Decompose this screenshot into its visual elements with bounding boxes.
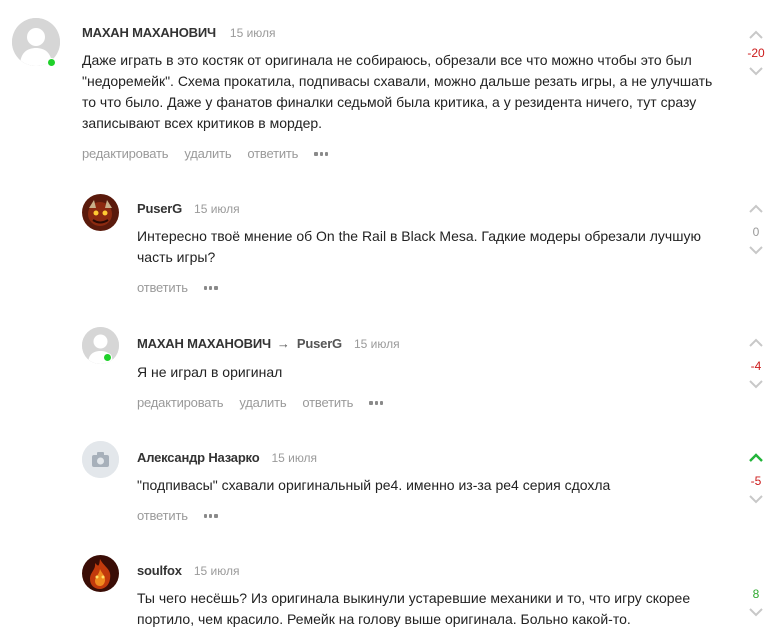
reply-link[interactable]: ответить bbox=[302, 395, 353, 410]
upvote-icon[interactable] bbox=[742, 451, 770, 465]
delete-link[interactable]: удалить bbox=[184, 146, 231, 161]
fire-avatar-icon bbox=[82, 555, 119, 592]
avatar[interactable] bbox=[82, 555, 119, 592]
downvote-icon[interactable] bbox=[742, 243, 770, 257]
edit-link[interactable]: редактировать bbox=[82, 146, 169, 161]
reply-link[interactable]: ответить bbox=[247, 146, 298, 161]
doom-avatar-icon bbox=[82, 194, 119, 231]
edit-link[interactable]: редактировать bbox=[137, 395, 224, 410]
downvote-icon[interactable] bbox=[742, 377, 770, 391]
comment-date[interactable]: 15 июля bbox=[194, 202, 240, 216]
comment-score: -20 bbox=[747, 46, 765, 60]
comment-text: Интересно твоё мнение об On the Rail в B… bbox=[137, 228, 701, 265]
comment-date[interactable]: 15 июля bbox=[354, 337, 400, 351]
upvote-icon[interactable] bbox=[742, 202, 770, 216]
camera-icon bbox=[82, 441, 119, 478]
more-options-icon[interactable] bbox=[314, 151, 329, 156]
comment-score: 0 bbox=[752, 225, 760, 239]
more-options-icon[interactable] bbox=[203, 513, 218, 518]
comment-author[interactable]: МАХАН МАХАНОВИЧ bbox=[82, 25, 216, 40]
comment-score: -4 bbox=[750, 359, 762, 373]
reply-arrow-icon: → bbox=[276, 336, 290, 351]
comment-date[interactable]: 15 июля bbox=[271, 451, 317, 465]
more-options-icon[interactable] bbox=[369, 400, 384, 405]
more-options-icon[interactable] bbox=[203, 285, 218, 290]
downvote-icon[interactable] bbox=[742, 492, 770, 506]
comment-author[interactable]: МАХАН МАХАНОВИЧ bbox=[137, 336, 271, 351]
comment-author[interactable]: soulfox bbox=[137, 563, 182, 578]
comment-score: 8 bbox=[752, 587, 760, 601]
comment-date[interactable]: 15 июля bbox=[230, 26, 276, 40]
comment-date[interactable]: 15 июля bbox=[194, 564, 240, 578]
upvote-icon[interactable] bbox=[742, 28, 770, 42]
avatar[interactable] bbox=[82, 194, 119, 231]
avatar[interactable] bbox=[82, 327, 119, 364]
upvote-icon[interactable] bbox=[742, 336, 770, 350]
reply-link[interactable]: ответить bbox=[137, 508, 188, 523]
online-indicator bbox=[47, 58, 56, 67]
avatar[interactable] bbox=[82, 441, 119, 478]
comment-author[interactable]: Александр Назарко bbox=[137, 450, 260, 465]
comment-text: Даже играть в это костяк от оригинала не… bbox=[82, 52, 713, 131]
comment-text: Ты чего несёшь? Из оригинала выкинули ус… bbox=[137, 590, 691, 627]
online-indicator bbox=[103, 353, 112, 362]
downvote-icon[interactable] bbox=[742, 605, 770, 619]
comment-score: -5 bbox=[750, 474, 762, 488]
delete-link[interactable]: удалить bbox=[239, 395, 286, 410]
reply-to-user[interactable]: PuserG bbox=[297, 336, 342, 351]
comment-text: Я не играл в оригинал bbox=[137, 364, 283, 380]
reply-link[interactable]: ответить bbox=[137, 280, 188, 295]
downvote-icon[interactable] bbox=[742, 64, 770, 78]
default-avatar-icon bbox=[82, 327, 119, 364]
comment-text: "подпивасы" схавали оригинальный ре4. им… bbox=[137, 477, 611, 493]
comment-author[interactable]: PuserG bbox=[137, 201, 182, 216]
